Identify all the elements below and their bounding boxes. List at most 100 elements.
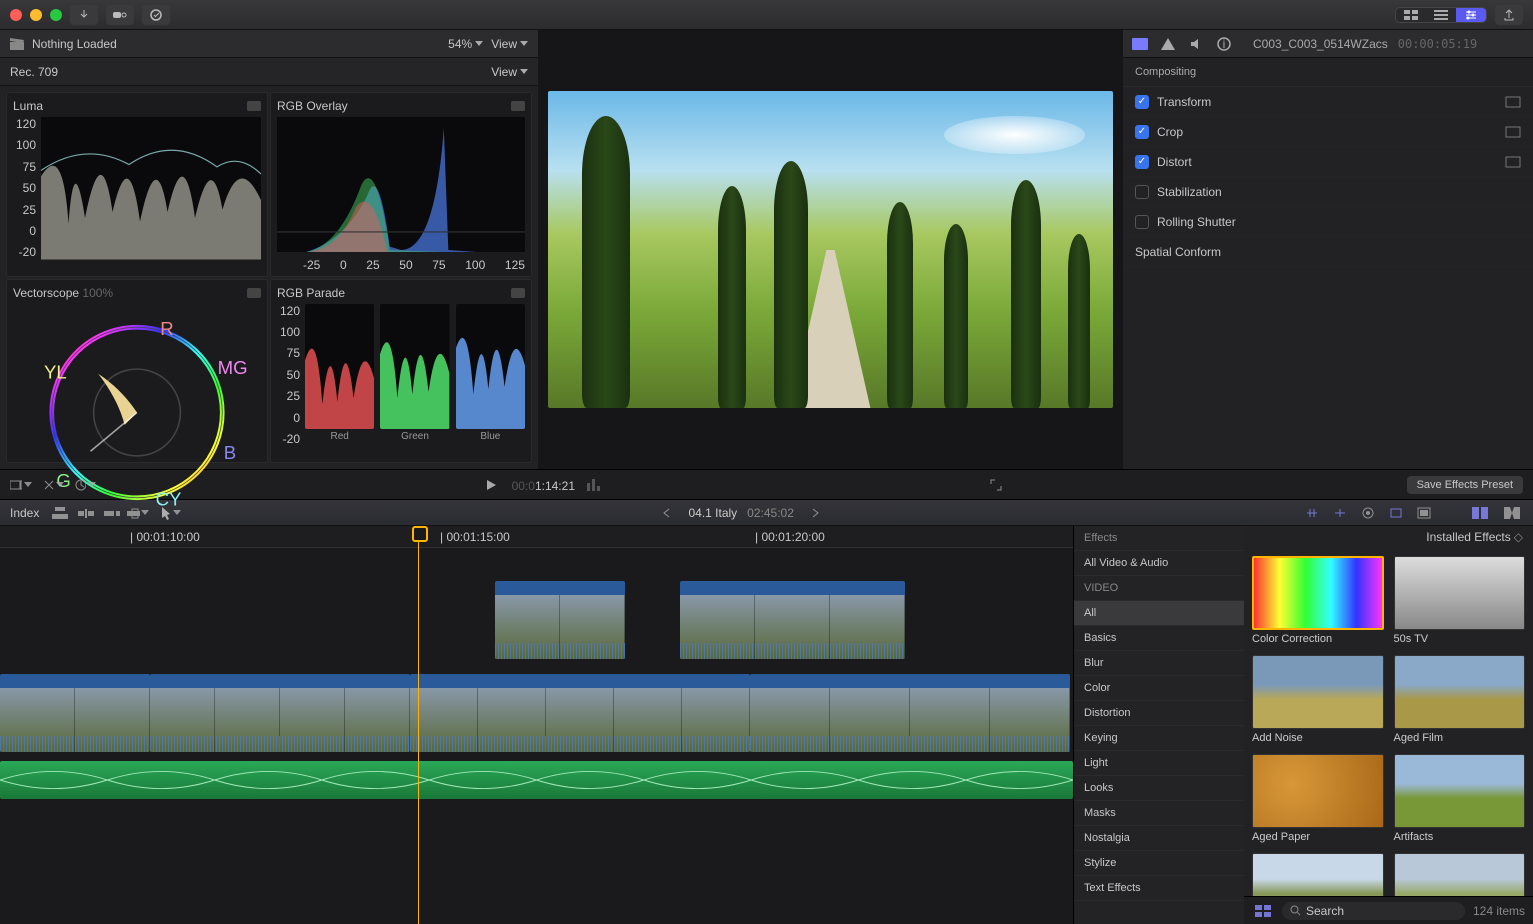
zoom-window[interactable] (50, 9, 62, 21)
workspace-list-icon[interactable] (1426, 8, 1456, 22)
keyword-icon[interactable] (106, 5, 134, 25)
effect-thumbnail[interactable] (1394, 655, 1526, 729)
transitions-browser-toggle[interactable] (1501, 504, 1523, 522)
overwrite-clip-icon[interactable] (127, 504, 149, 522)
inspector-row-stabilization[interactable]: Stabilization (1123, 177, 1533, 207)
skimmer-icon[interactable] (1301, 504, 1323, 522)
effects-category[interactable]: Color (1074, 676, 1244, 701)
audio-skimmer-icon[interactable] (1329, 504, 1351, 522)
inspector-row-rolling-shutter[interactable]: Rolling Shutter (1123, 207, 1533, 237)
checkbox[interactable] (1135, 215, 1149, 229)
inspector-row-crop[interactable]: Crop (1123, 117, 1533, 147)
effect-thumbnail[interactable] (1252, 655, 1384, 729)
save-effects-preset-button[interactable]: Save Effects Preset (1407, 476, 1523, 494)
inspector-row-transform[interactable]: Transform (1123, 87, 1533, 117)
effects-category[interactable]: Looks (1074, 776, 1244, 801)
timeline-clip[interactable] (495, 581, 625, 659)
timeline-ruler[interactable]: | 00:01:10:00 | 00:01:15:00 | 00:01:20:0… (0, 526, 1073, 548)
timeline[interactable]: | 00:01:10:00 | 00:01:15:00 | 00:01:20:0… (0, 526, 1073, 924)
effect-item[interactable]: Aged Film (1394, 655, 1526, 744)
effects-category[interactable]: Blur (1074, 651, 1244, 676)
reset-icon[interactable] (1505, 126, 1521, 138)
inspector-row-distort[interactable]: Distort (1123, 147, 1533, 177)
viewer-view-dropdown[interactable]: View (491, 37, 528, 51)
share-icon[interactable] (1495, 5, 1523, 25)
scope-settings-icon[interactable] (511, 288, 525, 298)
minimize-window[interactable] (30, 9, 42, 21)
scope-settings-icon[interactable] (247, 101, 261, 111)
effect-item[interactable] (1394, 853, 1526, 896)
inspector-video-tab[interactable] (1131, 35, 1149, 53)
workspace-inspector-icon[interactable] (1456, 8, 1486, 22)
effect-item[interactable]: Color Correction (1252, 556, 1384, 645)
effect-item[interactable] (1252, 853, 1384, 896)
effect-thumbnail[interactable] (1394, 853, 1526, 896)
effects-search-field[interactable]: Search (1282, 902, 1465, 920)
effects-category[interactable]: Distortion (1074, 701, 1244, 726)
timeline-clip[interactable] (410, 674, 750, 752)
effect-item[interactable]: 50s TV (1394, 556, 1526, 645)
checkbox[interactable] (1135, 155, 1149, 169)
workspace-tiles-icon[interactable] (1396, 8, 1426, 22)
checkbox[interactable] (1135, 185, 1149, 199)
scope-settings-icon[interactable] (511, 101, 525, 111)
timeline-clip[interactable] (0, 674, 150, 752)
play-button[interactable] (480, 476, 502, 494)
effects-category[interactable]: VIDEO (1074, 576, 1244, 601)
timeline-clip[interactable] (150, 674, 410, 752)
timeline-back-icon[interactable] (656, 504, 678, 522)
connect-clip-icon[interactable] (49, 504, 71, 522)
timecode-display[interactable]: 00:01:14:21 (512, 475, 575, 494)
effects-category[interactable]: All Video & Audio (1074, 551, 1244, 576)
snapping-icon[interactable] (42, 476, 64, 494)
effect-thumbnail[interactable] (1252, 754, 1384, 828)
inspector-filter-tab[interactable] (1159, 35, 1177, 53)
zoom-dropdown[interactable]: 54% (448, 37, 483, 51)
effects-category[interactable]: All (1074, 601, 1244, 626)
effects-category[interactable]: Masks (1074, 801, 1244, 826)
effect-thumbnail[interactable] (1252, 556, 1384, 630)
effects-category[interactable]: Light (1074, 751, 1244, 776)
effect-thumbnail[interactable] (1252, 853, 1384, 896)
effects-category[interactable]: Basics (1074, 626, 1244, 651)
effects-category[interactable]: Effects (1074, 526, 1244, 551)
solo-icon[interactable] (1357, 504, 1379, 522)
effects-category[interactable]: Text Effects (1074, 876, 1244, 901)
timeline-clip[interactable] (680, 581, 905, 659)
reset-icon[interactable] (1505, 96, 1521, 108)
timeline-fwd-icon[interactable] (804, 504, 826, 522)
effects-category[interactable]: Keying (1074, 726, 1244, 751)
timeline-appearance-icon[interactable] (10, 476, 32, 494)
timeline-clip[interactable] (750, 674, 1070, 752)
skimming-icon[interactable] (74, 476, 96, 494)
fullscreen-icon[interactable] (985, 476, 1007, 494)
effects-view-grid-icon[interactable] (1252, 902, 1274, 920)
effect-item[interactable]: Aged Paper (1252, 754, 1384, 843)
scope-settings-icon[interactable] (247, 288, 261, 298)
checkbox[interactable] (1135, 125, 1149, 139)
background-tasks-icon[interactable] (142, 5, 170, 25)
effect-thumbnail[interactable] (1394, 754, 1526, 828)
scopes-view-dropdown[interactable]: View (491, 65, 528, 79)
arrow-tool-icon[interactable] (159, 504, 181, 522)
inspector-row-spatial-conform[interactable]: Spatial Conform (1123, 237, 1533, 267)
effects-category[interactable]: Stylize (1074, 851, 1244, 876)
insert-clip-icon[interactable] (75, 504, 97, 522)
effect-thumbnail[interactable] (1394, 556, 1526, 630)
viewer-canvas[interactable] (538, 30, 1123, 469)
snap-icon[interactable] (1385, 504, 1407, 522)
inspector-info-tab[interactable]: i (1215, 35, 1233, 53)
close-window[interactable] (10, 9, 22, 21)
effects-category[interactable]: Nostalgia (1074, 826, 1244, 851)
import-icon[interactable] (70, 5, 98, 25)
workspace-segmented[interactable] (1395, 7, 1487, 23)
inspector-audio-tab[interactable] (1187, 35, 1205, 53)
timeline-audio-clip[interactable] (0, 761, 1073, 799)
playhead[interactable] (418, 526, 419, 924)
append-clip-icon[interactable] (101, 504, 123, 522)
effect-item[interactable]: Add Noise (1252, 655, 1384, 744)
effect-item[interactable]: Artifacts (1394, 754, 1526, 843)
render-icon[interactable] (1413, 504, 1435, 522)
effects-browser-toggle[interactable] (1469, 504, 1491, 522)
checkbox[interactable] (1135, 95, 1149, 109)
